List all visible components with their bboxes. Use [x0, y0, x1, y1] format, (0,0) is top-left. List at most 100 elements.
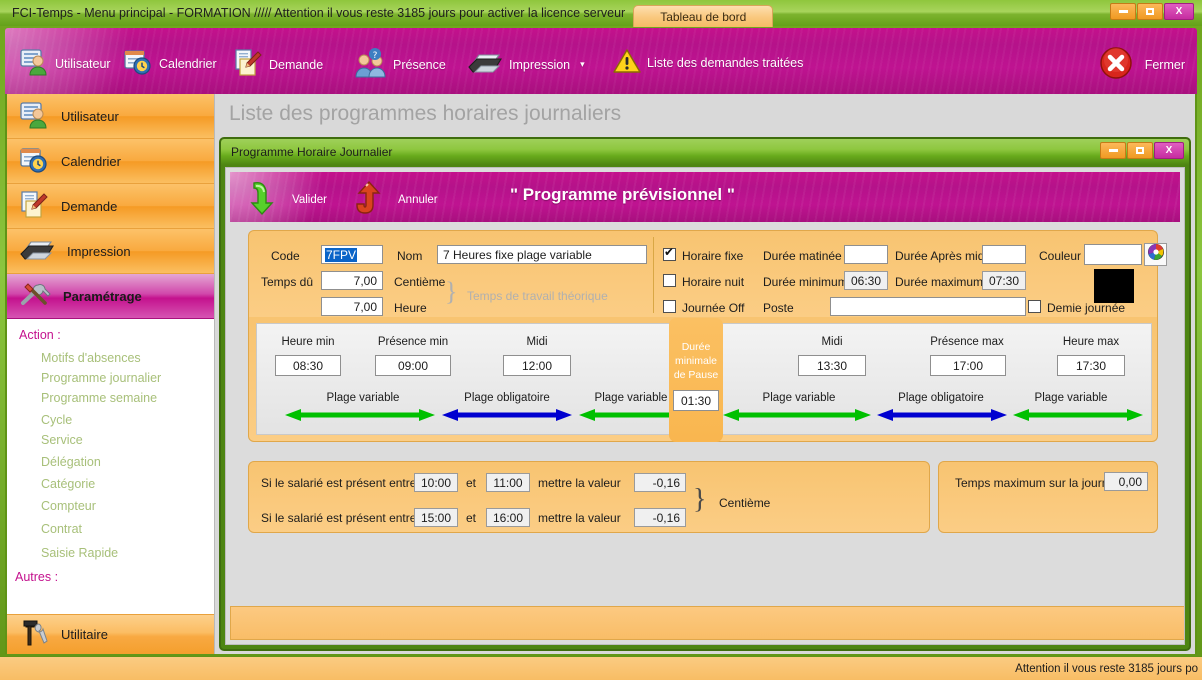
chevron-down-icon[interactable]: ▾ — [580, 59, 585, 70]
sidebar-item-demande[interactable]: Demande — [7, 184, 214, 229]
tab-tableau-de-bord[interactable]: Tableau de bord — [633, 5, 774, 27]
sidebar-subitem-motifs-absences[interactable]: Motifs d'absences — [7, 348, 214, 368]
heure-input[interactable]: 7,00 — [321, 297, 383, 316]
code-input[interactable]: 7FPV — [321, 245, 383, 264]
close-button[interactable]: X — [1164, 3, 1194, 20]
horaire-fixe-checkbox[interactable] — [663, 245, 676, 261]
horaire-nuit-checkbox[interactable] — [663, 274, 676, 287]
toolbar-item-liste-demandes-traitees[interactable]: Liste des demandes traitées — [613, 48, 803, 77]
statusbar-text: Attention il vous reste 3185 jours po — [1015, 662, 1198, 675]
duree-minimum-label: Durée minimum — [763, 275, 848, 289]
sidebar-item-utilitaire[interactable]: Utilitaire — [7, 614, 214, 654]
poste-input[interactable] — [830, 297, 1026, 316]
presence-min-input[interactable]: 09:00 — [375, 355, 451, 376]
content-area: Liste des programmes horaires journalier… — [215, 94, 1195, 654]
rule-1-from-input[interactable]: 10:00 — [414, 473, 458, 492]
midi-matin-label: Midi — [526, 336, 548, 348]
heure-min-input[interactable]: 08:30 — [275, 355, 341, 376]
toolbar-close[interactable]: Fermer — [1099, 46, 1185, 83]
sidebar-item-parametrage[interactable]: Paramétrage — [7, 274, 214, 319]
theorique-note: Temps de travail théorique — [467, 289, 608, 303]
sidebar-item-calendrier[interactable]: Calendrier — [7, 139, 214, 184]
midi-matin-input[interactable]: 12:00 — [503, 355, 571, 376]
band-arrow-1 — [285, 408, 435, 422]
color-picker-button[interactable] — [1144, 243, 1167, 266]
window-titlebar: FCI-Temps - Menu principal - FORMATION /… — [0, 0, 1202, 27]
heure-max-value: 17:30 — [1075, 358, 1107, 373]
rule-2-mid-label: mettre la valeur — [538, 511, 621, 525]
dialog-maximize-button[interactable] — [1127, 142, 1153, 159]
dialog-toolbar: Valider Annuler " Programme prévisionnel… — [230, 172, 1180, 222]
rule-1-prefix: Si le salarié est présent entre — [261, 476, 417, 490]
toolbar-item-calendrier[interactable]: Calendrier — [123, 48, 217, 79]
nom-label: Nom — [397, 249, 423, 263]
rule-1-value-input[interactable]: -0,16 — [634, 473, 686, 492]
journee-off-checkbox[interactable] — [663, 300, 676, 313]
sidebar-subitem-categorie[interactable]: Catégorie — [7, 472, 214, 494]
duree-matinee-label: Durée matinée — [763, 249, 842, 263]
toolbar-item-impression[interactable]: Impression ▾ — [467, 50, 585, 79]
horaire-fixe-label: Horaire fixe — [682, 249, 744, 263]
dialog-body: Valider Annuler " Programme prévisionnel… — [225, 167, 1185, 645]
svg-text:?: ? — [373, 51, 378, 61]
sidebar-subitem-cycle[interactable]: Cycle — [7, 408, 214, 430]
max-day-input[interactable]: 0,00 — [1104, 472, 1148, 491]
couleur-input[interactable] — [1084, 244, 1142, 265]
maximize-button[interactable] — [1137, 3, 1163, 20]
heure-min-label: Heure min — [281, 336, 335, 348]
toolbar-item-presence[interactable]: ? Présence — [355, 48, 446, 81]
demie-journee-checkbox[interactable] — [1028, 300, 1041, 313]
band-label-1: Plage variable — [326, 392, 400, 404]
couleur-label: Couleur — [1039, 249, 1082, 263]
dialog-close-button[interactable]: X — [1154, 142, 1184, 159]
minimize-icon — [1118, 10, 1128, 13]
cancel-button[interactable]: Annuler — [350, 180, 438, 219]
sidebar-item-impression[interactable]: Impression — [7, 229, 214, 274]
midi-apresmidi-input[interactable]: 13:30 — [798, 355, 866, 376]
nom-input[interactable]: 7 Heures fixe plage variable — [437, 245, 647, 264]
sidebar-subitem-service[interactable]: Service — [7, 430, 214, 450]
rule-1-to-value: 11:00 — [493, 475, 523, 490]
rule-2-to-input[interactable]: 16:00 — [486, 508, 530, 527]
toolbar-item-liste-demandes-traitees-label: Liste des demandes traitées — [647, 55, 804, 70]
temps-du-label: Temps dû — [261, 275, 314, 289]
dialog-minimize-button[interactable] — [1100, 142, 1126, 159]
calendar-clock-icon — [123, 48, 153, 79]
sidebar-subitem-compteur[interactable]: Compteur — [7, 494, 214, 516]
duree-maximum-input[interactable]: 07:30 — [982, 271, 1026, 290]
pause-duration-value: 01:30 — [680, 393, 712, 408]
minimize-button[interactable] — [1110, 3, 1136, 20]
presence-max-input[interactable]: 17:00 — [930, 355, 1006, 376]
heure-min-value: 08:30 — [292, 358, 324, 373]
rule-1-to-input[interactable]: 11:00 — [486, 473, 530, 492]
toolbar-item-demande[interactable]: Demande — [233, 48, 323, 81]
centieme-input[interactable]: 7,00 — [321, 271, 383, 290]
sidebar-subitem-contrat[interactable]: Contrat — [7, 516, 214, 539]
duree-minimum-input[interactable]: 06:30 — [844, 271, 888, 290]
sidebar-item-calendrier-label: Calendrier — [61, 153, 121, 169]
pause-duration-input[interactable]: 01:30 — [673, 390, 719, 411]
heure-max-input[interactable]: 17:30 — [1057, 355, 1125, 376]
sidebar-subitem-saisie-rapide[interactable]: Saisie Rapide — [7, 539, 214, 563]
pause-line-1: Durée — [681, 341, 711, 353]
rule-2-from-input[interactable]: 15:00 — [414, 508, 458, 527]
sidebar: Utilisateur Calendrier Demande Impressio… — [7, 94, 215, 654]
duree-matinee-input[interactable] — [844, 245, 888, 264]
sidebar-subitem-delegation[interactable]: Délégation — [7, 450, 214, 472]
sidebar-subitem-programme-semaine[interactable]: Programme semaine — [7, 388, 214, 408]
main-toolbar: Utilisateur Calendrier Demande ? Présenc… — [5, 28, 1197, 94]
toolbar-close-label: Fermer — [1144, 57, 1185, 72]
sidebar-subitem-programme-journalier[interactable]: Programme journalier — [7, 368, 214, 388]
band-arrow-5 — [877, 408, 1007, 422]
validate-button[interactable]: Valider — [244, 180, 327, 219]
dialog-programme-horaire-journalier: Programme Horaire Journalier X Valider A… — [219, 137, 1191, 651]
toolbar-item-utilisateur[interactable]: Utilisateur — [19, 48, 111, 79]
duree-apres-midi-input[interactable] — [982, 245, 1026, 264]
sidebar-item-utilisateur[interactable]: Utilisateur — [7, 94, 214, 139]
hammer-wrench-icon — [19, 619, 49, 650]
horaire-nuit-label: Horaire nuit — [682, 275, 745, 289]
duree-maximum-label: Durée maximum — [895, 275, 984, 289]
rule-1-from-value: 10:00 — [420, 475, 452, 490]
rule-2-value-input[interactable]: -0,16 — [634, 508, 686, 527]
sidebar-item-utilitaire-label: Utilitaire — [61, 627, 108, 642]
